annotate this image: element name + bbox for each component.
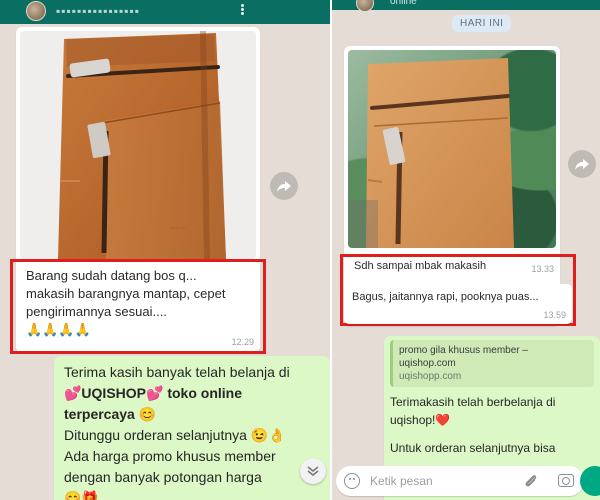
message-line: 😊🎁 xyxy=(64,490,99,500)
chat-header: ▪▪▪▪▪▪▪▪▪▪▪▪▪▪▪▪ xyxy=(0,0,330,24)
chevron-down-icon xyxy=(307,466,319,476)
link-preview[interactable]: promo gila khusus member – uqishop.com u… xyxy=(390,340,594,387)
link-url[interactable]: uqishopp.com xyxy=(399,370,588,383)
highlight-box xyxy=(10,259,266,354)
message-line: dengan banyak potongan harga xyxy=(64,469,262,485)
outgoing-message[interactable]: Terima kasih banyak telah belanja di 💕UQ… xyxy=(54,356,330,500)
bag-photo[interactable] xyxy=(348,50,556,248)
contact-avatar[interactable] xyxy=(26,1,46,21)
chat-header: online xyxy=(332,0,600,12)
message-input[interactable] xyxy=(370,472,510,490)
menu-dots-icon[interactable] xyxy=(236,3,248,17)
message-line: Ditunggu orderan selanjutnya 😉👌 xyxy=(64,427,286,443)
scroll-down-button[interactable] xyxy=(300,458,326,484)
message-time: 13.59 xyxy=(543,310,566,320)
emoji-icon[interactable] xyxy=(344,473,360,489)
message-line: uqishop!❤️ xyxy=(390,413,451,427)
svg-text:~~~: ~~~ xyxy=(170,223,186,233)
link-domain: uqishop.com xyxy=(399,358,456,369)
message-line: terpercaya 😊 xyxy=(64,406,157,422)
brand-name: 💕UQISHOP💕 xyxy=(64,385,164,401)
incoming-text-message[interactable]: Bagus, jaitannya rapi, pooknya puas... 1… xyxy=(344,284,572,324)
bag-photo[interactable]: ~~~ xyxy=(20,31,256,259)
brand-suffix: toko online xyxy=(163,385,242,401)
contact-status: online xyxy=(390,0,417,7)
leather-bag-image xyxy=(348,58,514,248)
left-chat-screenshot: ▪▪▪▪▪▪▪▪▪▪▪▪▪▪▪▪ ~~~ Barang sudah datang… xyxy=(0,0,330,500)
message-line: Untuk orderan selanjutnya bisa xyxy=(390,441,556,455)
attach-icon[interactable] xyxy=(522,472,540,490)
message-text: Bagus, jaitannya rapi, pooknya puas... xyxy=(352,291,539,303)
message-line: Terimakasih telah berbelanja di xyxy=(390,395,556,409)
date-chip: HARI INI xyxy=(452,15,512,32)
message-input-bar xyxy=(336,466,584,496)
contact-name[interactable]: ▪▪▪▪▪▪▪▪▪▪▪▪▪▪▪▪ xyxy=(56,4,140,18)
leather-bag-image: ~~~ xyxy=(20,31,256,259)
message-text: Terimakasih telah berbelanja di uqishop!… xyxy=(390,393,594,457)
camera-icon[interactable] xyxy=(558,474,574,487)
link-title: promo gila khusus member – xyxy=(399,345,528,356)
message-line: Terima kasih banyak telah belanja di xyxy=(64,364,290,380)
message-line: Ada harga promo khusus member xyxy=(64,448,276,464)
forward-icon[interactable] xyxy=(270,172,298,200)
forward-icon[interactable] xyxy=(568,150,596,178)
right-chat-screenshot: online HARI INI Sdh sampai mbak makasih … xyxy=(332,0,600,500)
contact-avatar[interactable] xyxy=(356,0,374,12)
